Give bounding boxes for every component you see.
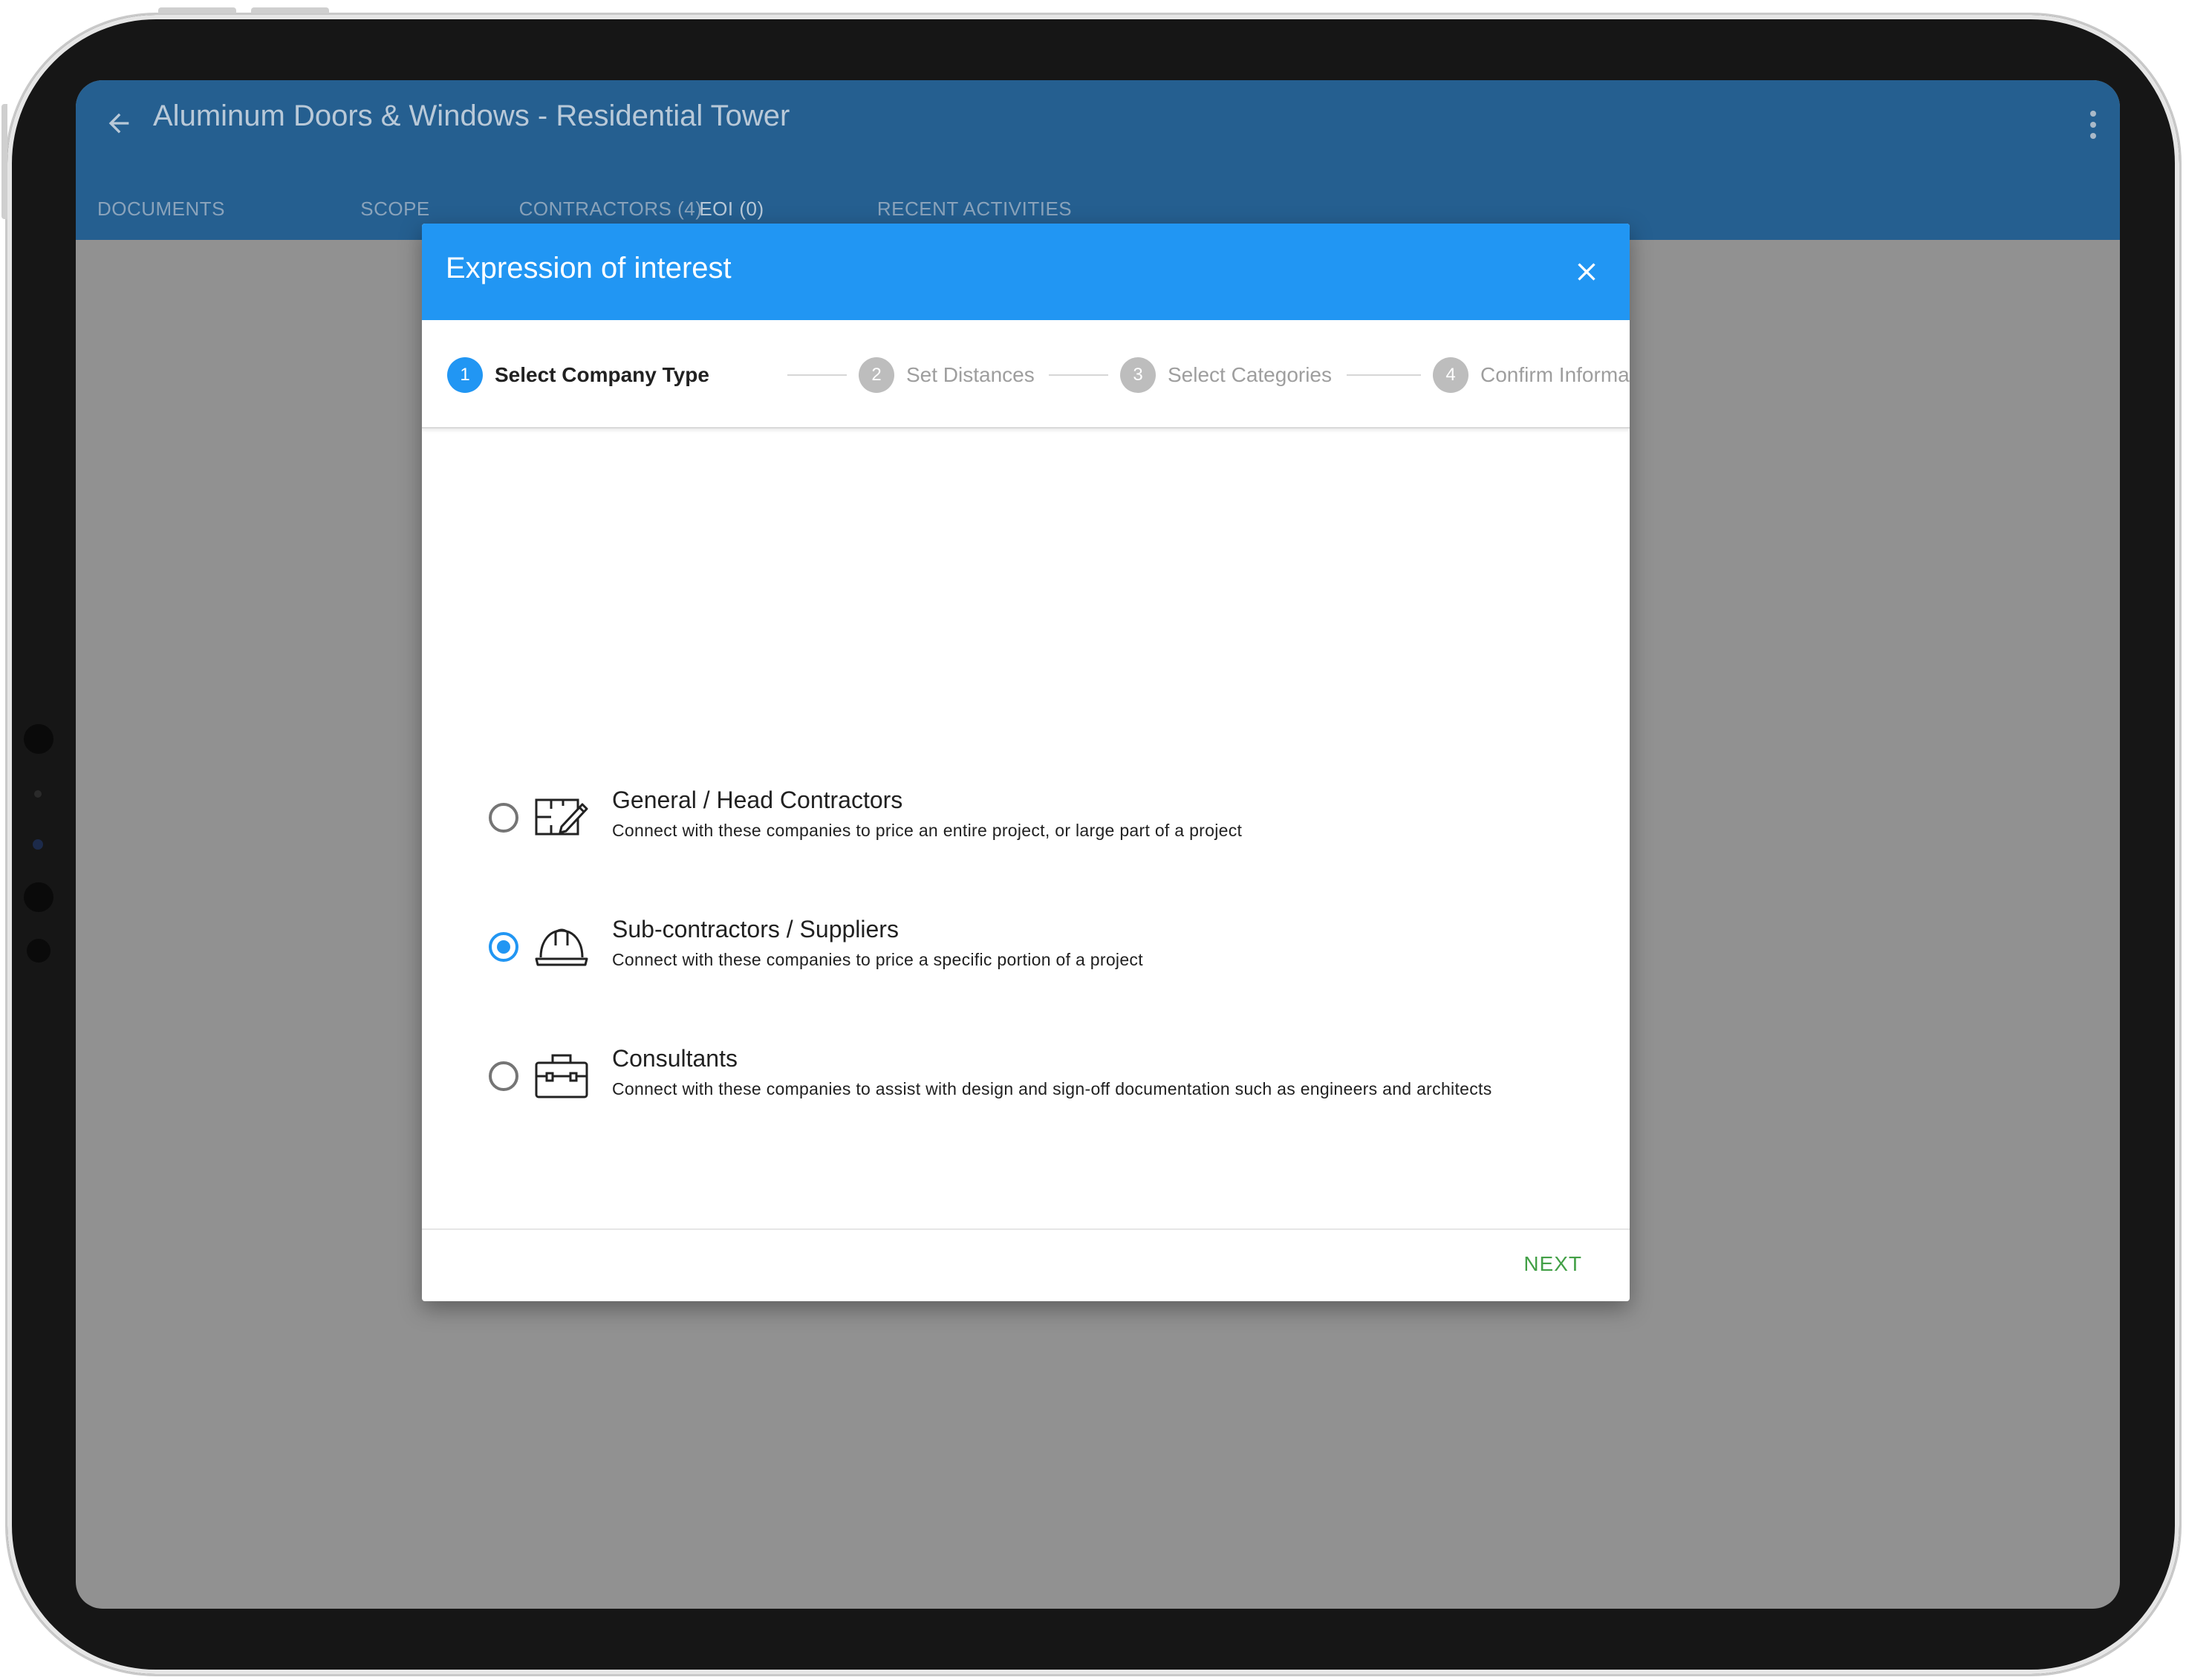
- dialog-title: Expression of interest: [446, 252, 732, 284]
- step-select-categories: 3 Select Categories: [1120, 357, 1332, 393]
- step-connector: [1049, 374, 1108, 376]
- hard-hat-icon: [535, 928, 588, 966]
- option-title: Consultants: [612, 1045, 738, 1072]
- step-label: Set Distances: [906, 363, 1035, 386]
- step-connector: [1347, 374, 1421, 376]
- dialog-header: Expression of interest: [422, 224, 1630, 320]
- step-confirm-information: 4 Confirm Information: [1433, 357, 1630, 393]
- step-connector: [787, 374, 847, 376]
- more-vert-dot: [2090, 122, 2096, 128]
- step-select-company-type: 1 Select Company Type: [447, 357, 709, 393]
- step-label: Confirm Information: [1480, 363, 1630, 386]
- step-label: Select Categories: [1168, 363, 1333, 386]
- sensor-dot: [27, 939, 51, 963]
- option-consultants[interactable]: Consultants Connect with these companies…: [422, 1030, 1630, 1112]
- sensor-dot: [34, 790, 42, 798]
- close-button[interactable]: [1564, 250, 1609, 294]
- camera-dot: [24, 724, 53, 754]
- radio-sub-contractors-suppliers[interactable]: [489, 932, 518, 962]
- stepper: 1 Select Company Type 2 Set Distances 3 …: [422, 320, 1630, 429]
- sensor-dot: [24, 882, 53, 912]
- radio-general-head-contractors[interactable]: [489, 803, 518, 833]
- blueprint-pencil-icon: [535, 798, 588, 836]
- more-vert-dot: [2090, 133, 2096, 139]
- option-title: General / Head Contractors: [612, 787, 903, 813]
- step-number: 4: [1433, 357, 1468, 393]
- page-title: Aluminum Doors & Windows - Residential T…: [153, 100, 790, 132]
- tab-documents[interactable]: DOCUMENTS: [76, 178, 247, 240]
- more-menu-button[interactable]: [2078, 105, 2108, 144]
- step-label: Select Company Type: [495, 363, 709, 386]
- app-bar: Aluminum Doors & Windows - Residential T…: [76, 80, 2120, 240]
- step-set-distances: 2 Set Distances: [859, 357, 1035, 393]
- briefcase-icon: [535, 1054, 588, 1098]
- expression-of-interest-dialog: Expression of interest 1 Select Company …: [422, 224, 1630, 1301]
- step-number: 2: [859, 357, 894, 393]
- volume-button: [158, 7, 236, 13]
- back-button[interactable]: [97, 101, 141, 146]
- dialog-footer: NEXT: [422, 1228, 1630, 1301]
- power-button: [251, 7, 329, 13]
- step-number: 1: [447, 357, 483, 393]
- option-general-head-contractors[interactable]: General / Head Contractors Connect with …: [422, 772, 1630, 853]
- option-description: Connect with these companies to price an…: [612, 821, 1243, 840]
- step-number: 3: [1120, 357, 1156, 393]
- option-title: Sub-contractors / Suppliers: [612, 916, 899, 942]
- side-button: [1, 104, 7, 219]
- arrow-left-icon: [108, 113, 129, 134]
- option-description: Connect with these companies to assist w…: [612, 1079, 1492, 1098]
- next-button[interactable]: NEXT: [1523, 1252, 1582, 1276]
- option-description: Connect with these companies to price a …: [612, 950, 1143, 969]
- option-sub-contractors-suppliers[interactable]: Sub-contractors / Suppliers Connect with…: [422, 901, 1630, 983]
- radio-consultants[interactable]: [489, 1061, 518, 1091]
- more-vert-icon: [2090, 111, 2096, 117]
- close-icon: [1578, 263, 1595, 281]
- camera-lens: [33, 839, 43, 850]
